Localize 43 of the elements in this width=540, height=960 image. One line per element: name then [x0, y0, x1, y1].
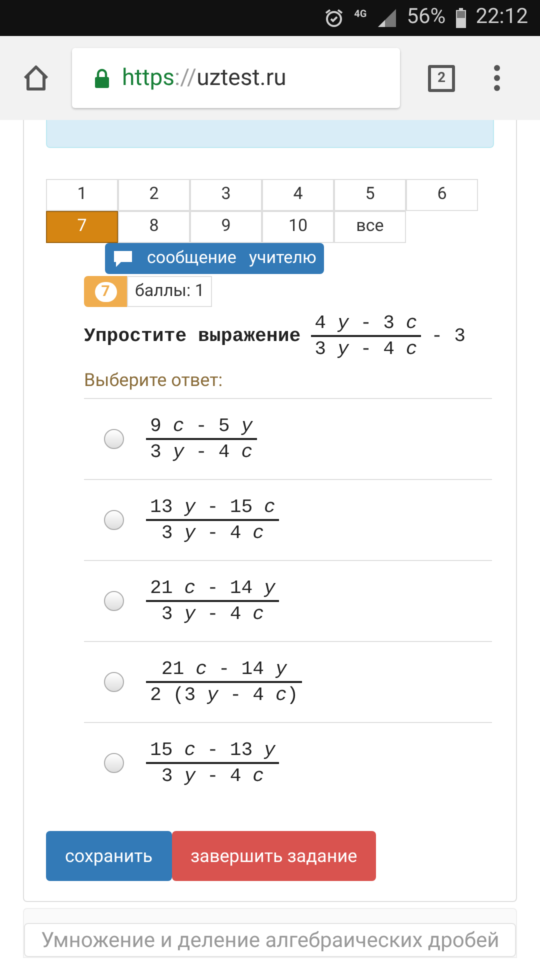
- page-tab[interactable]: 5: [334, 179, 406, 211]
- clock: 22:12: [476, 4, 528, 32]
- answer-prompt: Выберите ответ:: [84, 369, 224, 393]
- home-button[interactable]: [22, 64, 50, 92]
- radio-button[interactable]: [104, 591, 124, 611]
- speech-bubble-icon: [113, 250, 133, 268]
- finish-button[interactable]: завершить задание: [172, 831, 376, 881]
- radio-button[interactable]: [104, 510, 124, 530]
- page-tab[interactable]: 9: [190, 211, 262, 243]
- answer-fraction: 21 c - 14 y 3 y - 4 c: [146, 576, 280, 626]
- page-tab[interactable]: 2: [118, 179, 190, 211]
- save-button[interactable]: сохранить: [46, 831, 172, 881]
- address-bar[interactable]: https://uztest.ru: [72, 48, 400, 108]
- message-teacher-button[interactable]: сообщение учителю: [105, 243, 324, 274]
- page-tab[interactable]: 1: [46, 179, 118, 211]
- radio-button[interactable]: [104, 753, 124, 773]
- url-text: https://uztest.ru: [122, 62, 286, 93]
- points-label: баллы: 1: [127, 276, 212, 307]
- network-type: 4G: [354, 8, 367, 22]
- menu-button[interactable]: [493, 65, 501, 91]
- signal-icon: [376, 8, 397, 28]
- page-tab[interactable]: 3: [190, 179, 262, 211]
- answer-fraction: 13 y - 15 c 3 y - 4 c: [146, 495, 280, 545]
- page-tab[interactable]: 8: [118, 211, 190, 243]
- battery-level: 56%: [406, 4, 446, 32]
- question-number-badge: 7: [84, 276, 127, 307]
- alarm-icon: [324, 8, 344, 28]
- menu-icon: [493, 65, 501, 91]
- math-term: - 3: [431, 324, 466, 349]
- tab-count-button[interactable]: 2: [428, 64, 455, 92]
- page-tab[interactable]: все: [334, 211, 406, 243]
- answer-fraction: 15 c - 13 y 3 y - 4 c: [146, 738, 280, 788]
- battery-icon: [456, 8, 466, 28]
- home-icon: [22, 65, 50, 91]
- page-tab[interactable]: 6: [406, 179, 478, 211]
- page-tab[interactable]: 4: [262, 179, 334, 211]
- question-text: Упростите выражение: [84, 324, 301, 349]
- radio-button[interactable]: [104, 672, 124, 692]
- radio-button[interactable]: [104, 429, 124, 449]
- page-tab[interactable]: 10: [262, 211, 334, 243]
- math-fraction: 4 y - 3 c 3 y - 4 c: [310, 311, 422, 361]
- answer-fraction: 21 c - 14 y 2 (3 y - 4 c): [146, 657, 302, 707]
- answer-fraction: 9 c - 5 y 3 y - 4 c: [146, 414, 257, 464]
